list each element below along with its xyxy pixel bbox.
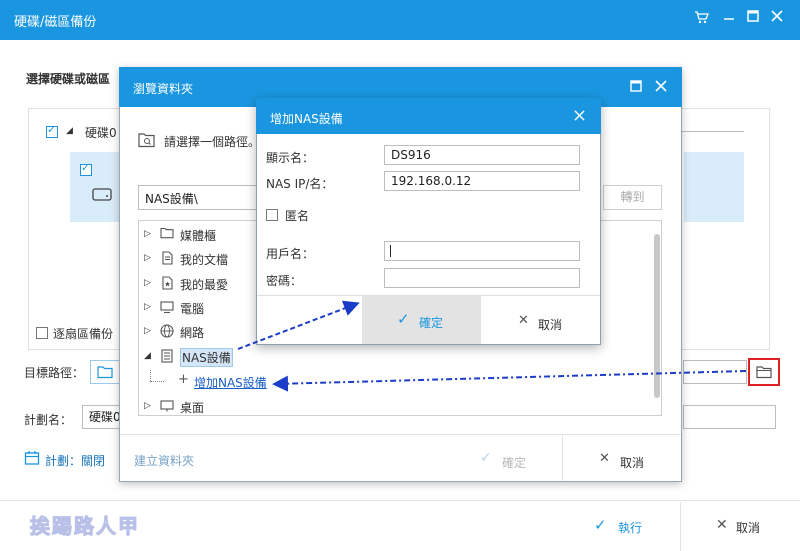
annotation-arrows xyxy=(237,300,747,392)
arrow-to-nas-dialog xyxy=(237,300,360,350)
arrow-to-add-nas xyxy=(272,370,747,392)
